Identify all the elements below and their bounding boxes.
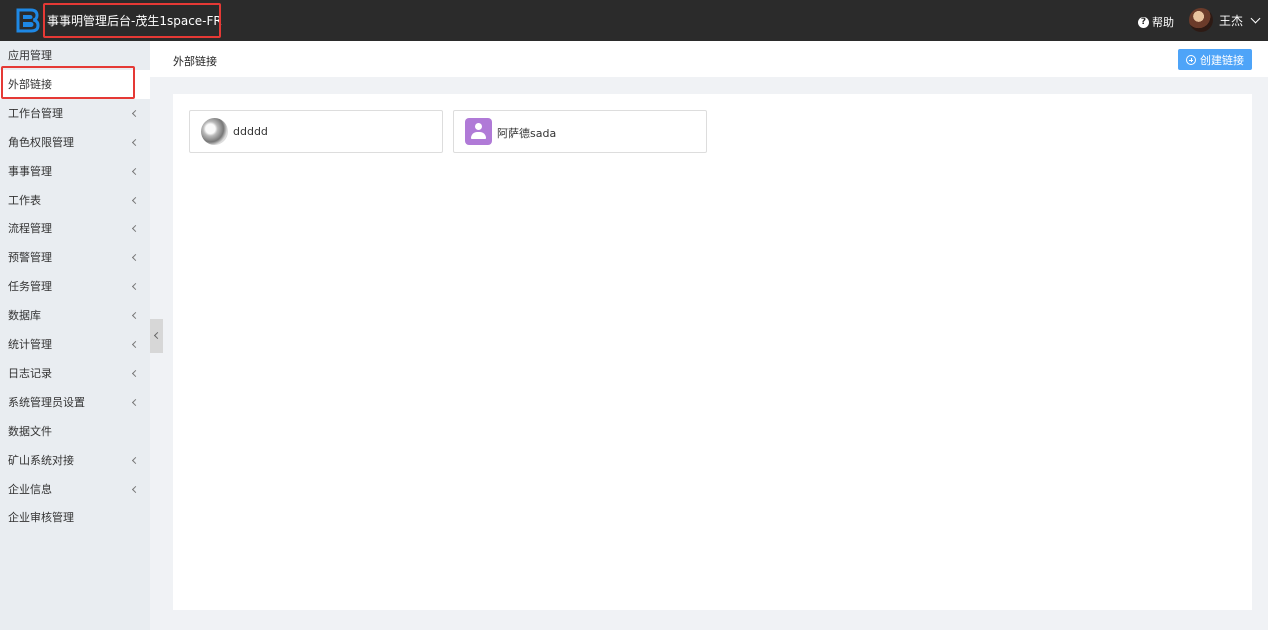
sidebar-item[interactable]: 企业审核管理	[0, 503, 150, 532]
sidebar-item-label: 流程管理	[8, 222, 52, 236]
sidebar-item-label: 预警管理	[8, 251, 52, 265]
chevron-left-icon	[131, 283, 140, 291]
sidebar-item[interactable]: 事事管理	[0, 157, 150, 186]
help-button[interactable]: ? 帮助	[1138, 14, 1174, 30]
highlight-box-title	[43, 3, 221, 38]
chevron-left-icon	[131, 196, 140, 204]
user-menu[interactable]: 王杰	[1189, 8, 1261, 32]
sidebar-item-label: 数据文件	[8, 424, 52, 438]
sidebar-item[interactable]: 统计管理	[0, 330, 150, 359]
sidebar-item-label: 工作台管理	[8, 106, 63, 120]
chevron-left-icon	[153, 331, 162, 340]
photo-avatar-icon	[201, 118, 228, 145]
sidebar-item-label: 日志记录	[8, 366, 52, 380]
sidebar-item-label: 工作表	[8, 193, 41, 207]
sidebar-item-label: 矿山系统对接	[8, 453, 74, 467]
highlight-box-nav	[1, 66, 135, 99]
sidebar-item-label: 统计管理	[8, 338, 52, 351]
sidebar-item[interactable]: 日志记录	[0, 359, 150, 388]
sidebar-item-label: 企业信息	[8, 482, 52, 496]
page-header: 外部链接	[150, 41, 1268, 77]
link-card-label: 阿萨德sada	[497, 127, 557, 140]
sidebar-item[interactable]: 任务管理	[0, 272, 150, 301]
sidebar-item[interactable]: 工作表	[0, 186, 150, 215]
sidebar-item[interactable]: 角色权限管理	[0, 128, 150, 157]
user-name: 王杰	[1219, 13, 1244, 28]
person-icon	[465, 118, 492, 145]
sidebar-item-label: 事事管理	[8, 164, 52, 178]
chevron-left-icon	[131, 167, 140, 175]
chevron-left-icon	[131, 138, 140, 146]
sidebar-collapse-button[interactable]	[150, 319, 163, 353]
sidebar-item-label: 任务管理	[8, 280, 52, 294]
sidebar-item-label: 角色权限管理	[8, 135, 74, 149]
chevron-left-icon	[131, 340, 140, 349]
sidebar-item-label: 企业审核管理	[8, 511, 74, 525]
help-label: 帮助	[1152, 16, 1174, 29]
help-icon: ?	[1138, 16, 1149, 28]
sidebar-item-label: 系统管理员设置	[8, 395, 85, 409]
link-card[interactable]: 阿萨德sada	[453, 110, 707, 153]
sidebar-item[interactable]: 工作台管理	[0, 99, 150, 128]
link-card[interactable]: ddddd	[189, 110, 443, 153]
chevron-left-icon	[131, 456, 140, 464]
chevron-left-icon	[131, 485, 140, 493]
chevron-down-icon	[1250, 13, 1261, 23]
chevron-left-icon	[131, 398, 140, 406]
sidebar-item[interactable]: 预警管理	[0, 243, 150, 272]
app-logo-icon[interactable]	[13, 6, 41, 34]
page-title: 外部链接	[173, 55, 217, 68]
chevron-left-icon	[131, 254, 140, 262]
create-link-button[interactable]: 创建链接	[1178, 49, 1252, 70]
sidebar-item[interactable]: 矿山系统对接	[0, 446, 150, 475]
create-link-label: 创建链接	[1200, 53, 1244, 67]
avatar	[1189, 8, 1213, 32]
sidebar-item-label: 数据库	[8, 309, 41, 323]
links-panel: ddddd 阿萨德sada	[173, 94, 1252, 610]
sidebar-item[interactable]: 数据库	[0, 301, 150, 330]
chevron-left-icon	[131, 312, 140, 320]
chevron-left-icon	[131, 109, 140, 117]
link-card-label: ddddd	[233, 125, 268, 138]
sidebar-item[interactable]: 系统管理员设置	[0, 388, 150, 417]
sidebar-item[interactable]: 企业信息	[0, 475, 150, 504]
plus-circle-icon	[1186, 54, 1196, 65]
sidebar-item-label: 应用管理	[8, 49, 52, 62]
chevron-left-icon	[131, 369, 140, 377]
sidebar-item[interactable]: 流程管理	[0, 214, 150, 243]
chevron-left-icon	[131, 225, 140, 233]
sidebar: 应用管理 外部链接 工作台管理 角色权限管理 事事管理 工作表 流程管理 预警管理 任务管理 数据…	[0, 41, 150, 630]
sidebar-item[interactable]: 数据文件	[0, 417, 150, 446]
